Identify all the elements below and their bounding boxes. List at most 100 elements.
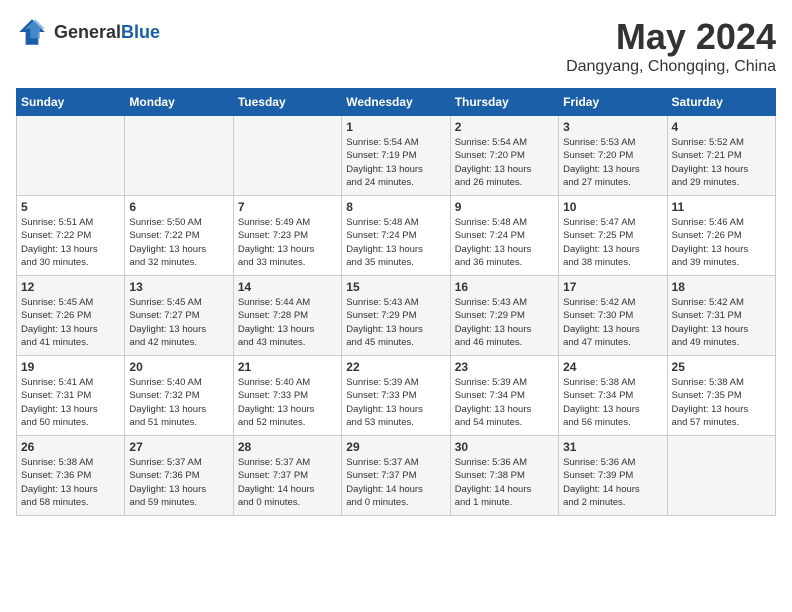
day-number: 13 xyxy=(129,280,228,294)
day-number: 23 xyxy=(455,360,554,374)
title-block: May 2024 Dangyang, Chongqing, China xyxy=(566,16,776,76)
day-of-week-header: Friday xyxy=(559,89,667,116)
calendar-cell xyxy=(667,436,775,516)
calendar-cell: 16 Sunrise: 5:43 AM Sunset: 7:29 PM Dayli… xyxy=(450,276,558,356)
calendar-cell xyxy=(125,116,233,196)
day-info: Sunrise: 5:51 AM Sunset: 7:22 PM Dayligh… xyxy=(21,216,120,269)
day-info: Sunrise: 5:43 AM Sunset: 7:29 PM Dayligh… xyxy=(346,296,445,349)
day-number: 3 xyxy=(563,120,662,134)
day-info: Sunrise: 5:38 AM Sunset: 7:36 PM Dayligh… xyxy=(21,456,120,509)
calendar-cell: 8 Sunrise: 5:48 AM Sunset: 7:24 PM Daylig… xyxy=(342,196,450,276)
calendar-cell: 21Sunrise: 5:40 AM Sunset: 7:33 PM Dayli… xyxy=(233,356,341,436)
day-info: Sunrise: 5:45 AM Sunset: 7:26 PM Dayligh… xyxy=(21,296,120,349)
calendar-cell: 27Sunrise: 5:37 AM Sunset: 7:36 PM Dayli… xyxy=(125,436,233,516)
day-of-week-header: Monday xyxy=(125,89,233,116)
calendar-cell: 11 Sunrise: 5:46 AM Sunset: 7:26 PM Dayli… xyxy=(667,196,775,276)
day-info: Sunrise: 5:39 AM Sunset: 7:33 PM Dayligh… xyxy=(346,376,445,429)
day-info: Sunrise: 5:44 AM Sunset: 7:28 PM Dayligh… xyxy=(238,296,337,349)
calendar-cell: 3 Sunrise: 5:53 AM Sunset: 7:20 PM Daylig… xyxy=(559,116,667,196)
day-info: Sunrise: 5:54 AM Sunset: 7:20 PM Dayligh… xyxy=(455,136,554,189)
calendar-cell: 29 Sunrise: 5:37 AM Sunset: 7:37 PM Dayli… xyxy=(342,436,450,516)
day-info: Sunrise: 5:37 AM Sunset: 7:37 PM Dayligh… xyxy=(346,456,445,509)
calendar-cell: 19 Sunrise: 5:41 AM Sunset: 7:31 PM Dayli… xyxy=(17,356,125,436)
calendar-cell: 1Sunrise: 5:54 AM Sunset: 7:19 PM Daylig… xyxy=(342,116,450,196)
day-number: 10 xyxy=(563,200,662,214)
day-number: 28 xyxy=(238,440,337,454)
calendar-cell: 28 Sunrise: 5:37 AM Sunset: 7:37 PM Dayli… xyxy=(233,436,341,516)
calendar-cell: 22 Sunrise: 5:39 AM Sunset: 7:33 PM Dayli… xyxy=(342,356,450,436)
logo-icon xyxy=(16,16,48,48)
day-info: Sunrise: 5:46 AM Sunset: 7:26 PM Dayligh… xyxy=(672,216,771,269)
calendar-table: SundayMondayTuesdayWednesdayThursdayFrid… xyxy=(16,88,776,516)
calendar-week-row: 19 Sunrise: 5:41 AM Sunset: 7:31 PM Dayli… xyxy=(17,356,776,436)
day-number: 15 xyxy=(346,280,445,294)
day-of-week-header: Sunday xyxy=(17,89,125,116)
day-number: 30 xyxy=(455,440,554,454)
calendar-cell: 6 Sunrise: 5:50 AM Sunset: 7:22 PM Daylig… xyxy=(125,196,233,276)
day-info: Sunrise: 5:40 AM Sunset: 7:32 PM Dayligh… xyxy=(129,376,228,429)
day-number: 18 xyxy=(672,280,771,294)
day-info: Sunrise: 5:43 AM Sunset: 7:29 PM Dayligh… xyxy=(455,296,554,349)
day-number: 4 xyxy=(672,120,771,134)
calendar-week-row: 1Sunrise: 5:54 AM Sunset: 7:19 PM Daylig… xyxy=(17,116,776,196)
day-number: 12 xyxy=(21,280,120,294)
month-title: May 2024 xyxy=(566,16,776,58)
day-number: 14 xyxy=(238,280,337,294)
calendar-cell xyxy=(233,116,341,196)
day-info: Sunrise: 5:45 AM Sunset: 7:27 PM Dayligh… xyxy=(129,296,228,349)
calendar-cell: 14 Sunrise: 5:44 AM Sunset: 7:28 PM Dayli… xyxy=(233,276,341,356)
logo-text-blue: Blue xyxy=(121,22,160,42)
day-of-week-header: Saturday xyxy=(667,89,775,116)
day-info: Sunrise: 5:40 AM Sunset: 7:33 PM Dayligh… xyxy=(238,376,337,429)
day-info: Sunrise: 5:42 AM Sunset: 7:30 PM Dayligh… xyxy=(563,296,662,349)
calendar-cell: 10Sunrise: 5:47 AM Sunset: 7:25 PM Dayli… xyxy=(559,196,667,276)
logo: GeneralBlue xyxy=(16,16,160,48)
calendar-week-row: 26Sunrise: 5:38 AM Sunset: 7:36 PM Dayli… xyxy=(17,436,776,516)
location: Dangyang, Chongqing, China xyxy=(566,58,776,76)
calendar-cell: 13 Sunrise: 5:45 AM Sunset: 7:27 PM Dayli… xyxy=(125,276,233,356)
day-number: 7 xyxy=(238,200,337,214)
calendar-cell: 25 Sunrise: 5:38 AM Sunset: 7:35 PM Dayli… xyxy=(667,356,775,436)
day-info: Sunrise: 5:36 AM Sunset: 7:38 PM Dayligh… xyxy=(455,456,554,509)
header-row: SundayMondayTuesdayWednesdayThursdayFrid… xyxy=(17,89,776,116)
day-number: 31 xyxy=(563,440,662,454)
calendar-cell: 17Sunrise: 5:42 AM Sunset: 7:30 PM Dayli… xyxy=(559,276,667,356)
day-number: 16 xyxy=(455,280,554,294)
day-info: Sunrise: 5:41 AM Sunset: 7:31 PM Dayligh… xyxy=(21,376,120,429)
calendar-cell: 9Sunrise: 5:48 AM Sunset: 7:24 PM Daylig… xyxy=(450,196,558,276)
day-number: 2 xyxy=(455,120,554,134)
day-number: 8 xyxy=(346,200,445,214)
calendar-cell: 23 Sunrise: 5:39 AM Sunset: 7:34 PM Dayli… xyxy=(450,356,558,436)
day-number: 20 xyxy=(129,360,228,374)
calendar-cell: 7 Sunrise: 5:49 AM Sunset: 7:23 PM Daylig… xyxy=(233,196,341,276)
day-number: 29 xyxy=(346,440,445,454)
day-info: Sunrise: 5:38 AM Sunset: 7:35 PM Dayligh… xyxy=(672,376,771,429)
day-info: Sunrise: 5:49 AM Sunset: 7:23 PM Dayligh… xyxy=(238,216,337,269)
day-number: 25 xyxy=(672,360,771,374)
calendar-cell xyxy=(17,116,125,196)
calendar-cell: 30 Sunrise: 5:36 AM Sunset: 7:38 PM Dayli… xyxy=(450,436,558,516)
day-info: Sunrise: 5:50 AM Sunset: 7:22 PM Dayligh… xyxy=(129,216,228,269)
day-info: Sunrise: 5:39 AM Sunset: 7:34 PM Dayligh… xyxy=(455,376,554,429)
day-number: 6 xyxy=(129,200,228,214)
calendar-cell: 18Sunrise: 5:42 AM Sunset: 7:31 PM Dayli… xyxy=(667,276,775,356)
day-info: Sunrise: 5:48 AM Sunset: 7:24 PM Dayligh… xyxy=(346,216,445,269)
day-number: 11 xyxy=(672,200,771,214)
calendar-cell: 15 Sunrise: 5:43 AM Sunset: 7:29 PM Dayli… xyxy=(342,276,450,356)
calendar-week-row: 5Sunrise: 5:51 AM Sunset: 7:22 PM Daylig… xyxy=(17,196,776,276)
page-header: GeneralBlue May 2024 Dangyang, Chongqing… xyxy=(16,16,776,76)
calendar-cell: 5Sunrise: 5:51 AM Sunset: 7:22 PM Daylig… xyxy=(17,196,125,276)
calendar-cell: 24Sunrise: 5:38 AM Sunset: 7:34 PM Dayli… xyxy=(559,356,667,436)
day-info: Sunrise: 5:53 AM Sunset: 7:20 PM Dayligh… xyxy=(563,136,662,189)
calendar-cell: 4Sunrise: 5:52 AM Sunset: 7:21 PM Daylig… xyxy=(667,116,775,196)
day-of-week-header: Tuesday xyxy=(233,89,341,116)
day-number: 19 xyxy=(21,360,120,374)
day-number: 22 xyxy=(346,360,445,374)
day-info: Sunrise: 5:37 AM Sunset: 7:36 PM Dayligh… xyxy=(129,456,228,509)
calendar-cell: 2 Sunrise: 5:54 AM Sunset: 7:20 PM Daylig… xyxy=(450,116,558,196)
day-info: Sunrise: 5:54 AM Sunset: 7:19 PM Dayligh… xyxy=(346,136,445,189)
calendar-cell: 20 Sunrise: 5:40 AM Sunset: 7:32 PM Dayli… xyxy=(125,356,233,436)
day-info: Sunrise: 5:36 AM Sunset: 7:39 PM Dayligh… xyxy=(563,456,662,509)
calendar-cell: 31 Sunrise: 5:36 AM Sunset: 7:39 PM Dayli… xyxy=(559,436,667,516)
day-info: Sunrise: 5:37 AM Sunset: 7:37 PM Dayligh… xyxy=(238,456,337,509)
